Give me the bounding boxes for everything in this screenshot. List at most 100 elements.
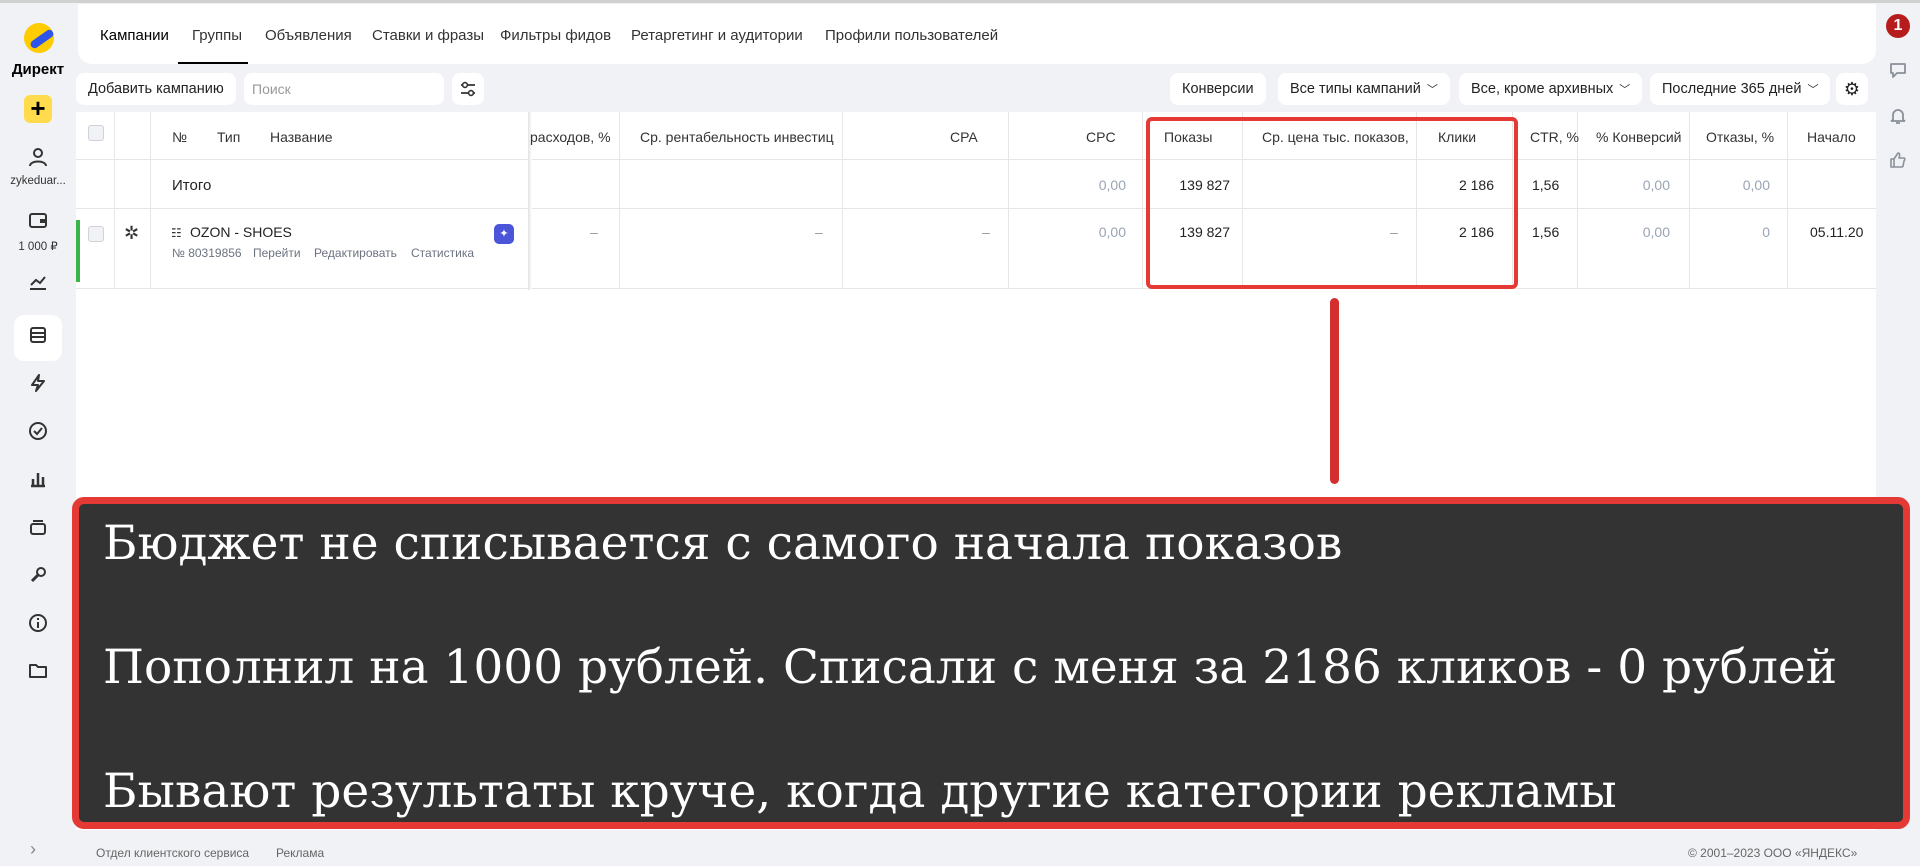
divider <box>1142 112 1143 288</box>
period-value: Последние 365 дней <box>1662 81 1802 97</box>
footer-ads-link[interactable]: Реклама <box>276 846 324 860</box>
annotation-overlay: Бюджет не списывается с самого начала по… <box>72 497 1910 829</box>
chat-icon[interactable] <box>1884 60 1912 86</box>
tab-groups[interactable]: Группы <box>192 27 242 44</box>
chevron-down-icon: ﹀ <box>1619 84 1631 96</box>
tab-user-profiles[interactable]: Профили пользователей <box>825 27 998 44</box>
wrench-icon[interactable] <box>0 565 76 591</box>
account-login[interactable]: zykeduar... <box>0 175 76 187</box>
campaign-status-bar <box>76 220 80 282</box>
header-cost-share[interactable]: расходов, % <box>530 129 611 145</box>
tabs-panel: Кампании Группы Объявления Ставки и фраз… <box>78 4 1876 64</box>
tab-ads[interactable]: Объявления <box>265 27 352 44</box>
header-ctr[interactable]: CTR, % <box>1530 129 1579 145</box>
tab-campaigns[interactable]: Кампании <box>100 27 169 44</box>
add-button[interactable]: + <box>24 95 52 123</box>
header-number[interactable]: № <box>172 129 187 145</box>
footer-copyright: © 2001–2023 ООО «ЯНДЕКС» <box>1688 846 1858 860</box>
trend-chart-icon[interactable] <box>0 273 76 297</box>
bell-icon[interactable] <box>1884 106 1912 132</box>
campaign-start-date: 05.11.20 <box>1810 224 1864 240</box>
divider <box>842 112 843 288</box>
sliders-icon <box>461 81 475 97</box>
divider <box>1689 112 1690 288</box>
campaign-types-select[interactable]: Все типы кампаний ﹀ <box>1278 73 1450 105</box>
total-ctr: 1,56 <box>1532 177 1560 193</box>
account-balance[interactable]: 1 000 ₽ <box>0 239 76 253</box>
header-start[interactable]: Начало <box>1807 129 1856 145</box>
campaign-checkbox[interactable] <box>88 226 104 242</box>
wallet-icon[interactable] <box>0 211 76 235</box>
header-conversions[interactable]: % Конверсий <box>1596 129 1682 145</box>
campaign-stats-link[interactable]: Статистика <box>411 246 474 260</box>
left-sidebar: Директ + zykeduar... 1 000 ₽ › <box>0 3 76 866</box>
ai-badge-icon[interactable]: ✦ <box>494 224 514 244</box>
overlay-line-3: Бывают результаты круче, когда другие ка… <box>103 764 1617 819</box>
campaign-id: № 80319856 <box>172 246 242 260</box>
divider <box>619 112 620 288</box>
lightning-icon[interactable] <box>0 373 76 399</box>
window-top-border <box>0 0 1920 3</box>
add-campaign-button[interactable]: Добавить кампанию <box>76 73 236 105</box>
campaign-name[interactable]: OZON - SHOES <box>190 224 292 240</box>
total-conversions: 0,00 <box>1642 177 1670 193</box>
header-type[interactable]: Тип <box>217 129 240 145</box>
filter-settings-button[interactable] <box>452 73 484 105</box>
total-label: Итого <box>172 177 212 194</box>
divider <box>114 112 115 288</box>
divider <box>76 208 1876 209</box>
total-bounce: 0,00 <box>1742 177 1770 193</box>
expand-sidebar-icon[interactable]: › <box>30 839 36 860</box>
header-name[interactable]: Название <box>270 129 333 145</box>
chevron-down-icon: ﹀ <box>1807 84 1819 96</box>
campaign-settings-gear-icon[interactable]: ✲ <box>124 223 139 244</box>
divider <box>150 112 151 288</box>
archive-filter-value: Все, кроме архивных <box>1471 81 1614 97</box>
annotation-pointer <box>1330 298 1339 484</box>
campaigns-list-icon[interactable] <box>0 325 76 351</box>
divider <box>76 159 1876 160</box>
campaign-type-icon: ☷ <box>171 226 182 240</box>
notification-badge[interactable]: 1 <box>1886 14 1910 38</box>
campaign-go-link[interactable]: Перейти <box>253 246 301 260</box>
direct-logo-icon[interactable] <box>24 23 54 53</box>
header-cpa[interactable]: CPA <box>950 129 978 145</box>
tab-bids-phrases[interactable]: Ставки и фразы <box>372 27 484 44</box>
header-bounce[interactable]: Отказы, % <box>1706 129 1774 145</box>
bar-chart-icon[interactable] <box>0 469 76 495</box>
tab-feed-filters[interactable]: Фильтры фидов <box>500 27 611 44</box>
highlight-box <box>1146 117 1518 289</box>
campaign-cost-share: – <box>590 224 598 240</box>
footer-support-link[interactable]: Отдел клиентского сервиса <box>96 846 249 860</box>
search-input[interactable]: Поиск <box>244 73 444 105</box>
chevron-down-icon: ﹀ <box>1426 84 1438 96</box>
campaign-edit-link[interactable]: Редактировать <box>314 246 397 260</box>
active-tab-underline <box>178 62 248 64</box>
header-cpc[interactable]: CPC <box>1086 129 1116 145</box>
campaign-cpc: 0,00 <box>1098 224 1126 240</box>
divider <box>1787 112 1788 288</box>
total-cpc: 0,00 <box>1098 177 1126 193</box>
divider <box>76 288 1876 289</box>
archive-filter-select[interactable]: Все, кроме архивных ﹀ <box>1459 73 1643 105</box>
header-roi[interactable]: Ср. рентабельность инвестиц <box>640 129 838 145</box>
tab-retargeting[interactable]: Ретаргетинг и аудитории <box>631 27 803 44</box>
thumbs-up-icon[interactable] <box>1884 150 1912 176</box>
period-select[interactable]: Последние 365 дней ﹀ <box>1650 73 1831 105</box>
overlay-line-1: Бюджет не списывается с самого начала по… <box>103 516 1343 571</box>
folder-icon[interactable] <box>0 661 76 685</box>
campaign-ctr: 1,56 <box>1532 224 1560 240</box>
archive-stack-icon[interactable] <box>0 517 76 543</box>
campaign-types-value: Все типы кампаний <box>1290 81 1421 97</box>
campaign-cpa: – <box>982 224 990 240</box>
gear-icon: ⚙ <box>1843 79 1861 99</box>
campaign-bounce: 0 <box>1762 224 1770 240</box>
info-icon[interactable] <box>0 613 76 639</box>
select-all-checkbox[interactable] <box>88 125 104 141</box>
conversions-button[interactable]: Конверсии <box>1170 73 1266 105</box>
logo-text[interactable]: Директ <box>0 61 76 78</box>
table-settings-button[interactable]: ⚙ <box>1836 73 1868 105</box>
campaign-roi: – <box>815 224 823 240</box>
check-circle-icon[interactable] <box>0 421 76 447</box>
user-icon[interactable] <box>0 147 76 173</box>
